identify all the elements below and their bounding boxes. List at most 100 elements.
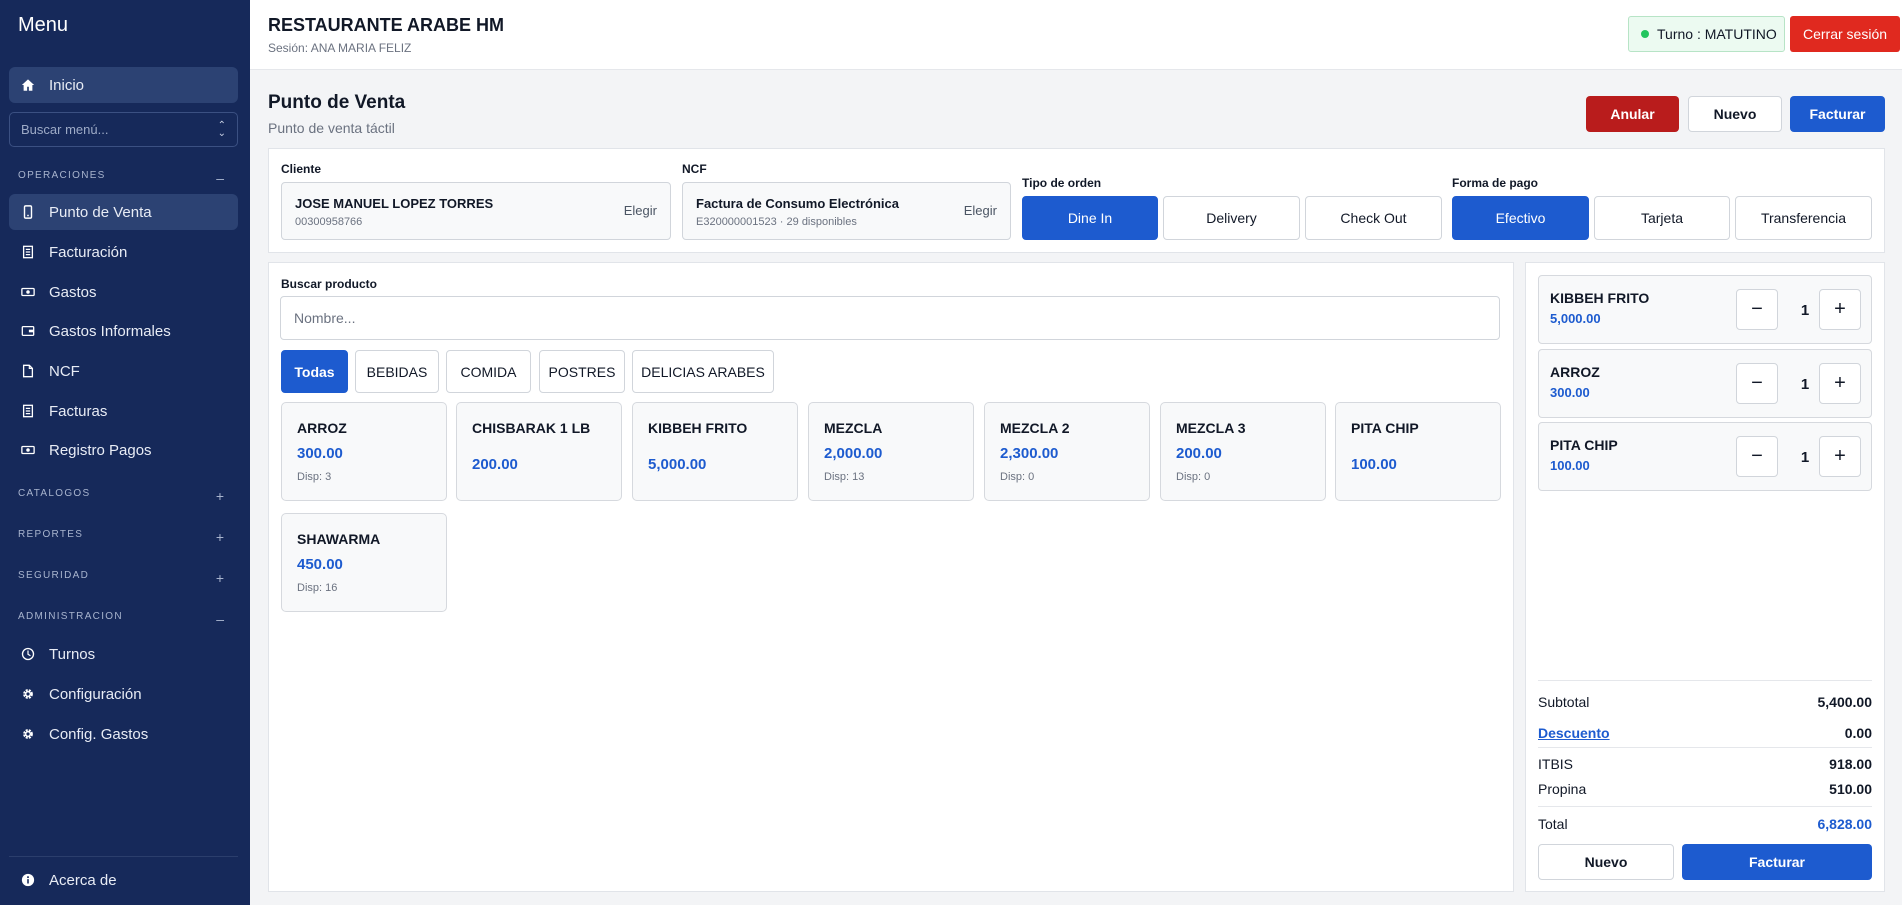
itbis-value: 918.00 (1829, 756, 1872, 772)
cart-nuevo-button[interactable]: Nuevo (1538, 844, 1674, 880)
product-price: 2,300.00 (1000, 445, 1059, 462)
decrease-qty-button[interactable]: − (1736, 436, 1778, 477)
facturar-button[interactable]: Facturar (1790, 96, 1885, 132)
logout-button[interactable]: Cerrar sesión (1790, 16, 1900, 52)
cliente-name: JOSE MANUEL LOPEZ TORRES (295, 196, 494, 211)
status-dot-icon (1641, 30, 1649, 38)
itbis-row: ITBIS 918.00 (1538, 756, 1872, 772)
cart-facturar-button[interactable]: Facturar (1682, 844, 1872, 880)
product-card-mezcla-2[interactable]: MEZCLA 2 2,300.00 Disp: 0 (984, 402, 1150, 501)
cart-item-qty: 1 (1800, 449, 1810, 466)
sidebar-item-gastos[interactable]: Gastos (9, 274, 238, 310)
itbis-label: ITBIS (1538, 756, 1574, 772)
product-name: ARROZ (297, 420, 347, 436)
sidebar-search-placeholder: Buscar menú... (21, 122, 109, 137)
category-postres[interactable]: POSTRES (539, 350, 625, 393)
product-card-kibbeh-frito[interactable]: KIBBEH FRITO 5,000.00 (632, 402, 798, 501)
product-search-input[interactable] (280, 296, 1500, 340)
cart-item-pita-chip: PITA CHIP 100.00 − 1 + (1538, 422, 1872, 491)
sidebar-item-label: Punto de Venta (49, 203, 152, 221)
product-card-mezcla-3[interactable]: MEZCLA 3 200.00 Disp: 0 (1160, 402, 1326, 501)
product-card-pita-chip[interactable]: PITA CHIP 100.00 (1335, 402, 1501, 501)
sidebar-item-punto-de-venta[interactable]: Punto de Venta (9, 194, 238, 230)
sidebar-item-ncf[interactable]: NCF (9, 353, 238, 389)
section-seguridad[interactable]: SEGURIDAD + (18, 570, 238, 586)
sidebar-item-facturas[interactable]: Facturas (9, 393, 238, 429)
propina-label: Propina (1538, 781, 1587, 797)
sidebar-item-gastos-informales[interactable]: Gastos Informales (9, 313, 238, 349)
section-reportes[interactable]: REPORTES + (18, 529, 238, 545)
section-catalogos[interactable]: CATALOGOS + (18, 488, 238, 504)
expand-icon: + (215, 570, 224, 586)
cart-item-price: 5,000.00 (1550, 311, 1601, 326)
subtotal-row: Subtotal 5,400.00 (1538, 694, 1872, 710)
sidebar-item-turnos[interactable]: Turnos (9, 636, 238, 672)
sidebar-item-facturacion[interactable]: Facturación (9, 234, 238, 270)
sidebar-item-label: Configuración (49, 685, 142, 703)
nuevo-button[interactable]: Nuevo (1688, 96, 1782, 132)
total-value: 6,828.00 (1817, 816, 1873, 832)
product-card-shawarma[interactable]: SHAWARMA 450.00 Disp: 16 (281, 513, 447, 612)
money-icon (21, 445, 35, 455)
receipt-icon (22, 404, 34, 418)
choose-cliente-button[interactable]: Elegir (624, 203, 657, 218)
anular-button[interactable]: Anular (1586, 96, 1679, 132)
product-name: KIBBEH FRITO (648, 420, 748, 436)
increase-qty-button[interactable]: + (1819, 363, 1861, 404)
product-card-arroz[interactable]: ARROZ 300.00 Disp: 3 (281, 402, 447, 501)
sidebar-item-inicio[interactable]: Inicio (9, 67, 238, 103)
sidebar-item-acerca-de[interactable]: Acerca de (9, 862, 238, 898)
descuento-link[interactable]: Descuento (1538, 725, 1610, 741)
section-administracion[interactable]: ADMINISTRACION – (18, 611, 238, 627)
section-operaciones[interactable]: OPERACIONES – (18, 170, 238, 186)
sidebar-item-configuracion[interactable]: Configuración (9, 676, 238, 712)
total-row: Total 6,828.00 (1538, 816, 1872, 832)
increase-qty-button[interactable]: + (1819, 289, 1861, 330)
sidebar-item-label: Inicio (49, 76, 85, 94)
info-icon (21, 873, 35, 887)
choose-ncf-button[interactable]: Elegir (964, 203, 997, 218)
decrease-qty-button[interactable]: − (1736, 363, 1778, 404)
sidebar-item-label: Acerca de (49, 871, 117, 889)
decrease-qty-button[interactable]: − (1736, 289, 1778, 330)
pago-tarjeta[interactable]: Tarjeta (1594, 196, 1730, 240)
product-price: 200.00 (1176, 445, 1222, 462)
sidebar-item-config-gastos[interactable]: Config. Gastos (9, 716, 238, 752)
increase-qty-button[interactable]: + (1819, 436, 1861, 477)
category-comida[interactable]: COMIDA (446, 350, 531, 393)
cart-item-price: 300.00 (1550, 385, 1590, 400)
totals-divider (1538, 806, 1872, 807)
collapse-icon: – (216, 170, 224, 186)
document-icon (22, 364, 34, 378)
cart-item-qty: 1 (1800, 302, 1810, 319)
pago-efectivo[interactable]: Efectivo (1452, 196, 1589, 240)
product-name: PITA CHIP (1351, 420, 1419, 436)
ncf-type: Factura de Consumo Electrónica (696, 196, 899, 211)
product-price: 200.00 (472, 456, 518, 473)
sidebar-divider (9, 856, 238, 857)
gear-icon (23, 689, 33, 699)
sidebar-search-input[interactable]: Buscar menú... ⌃ ⌄ (9, 112, 238, 147)
section-label: CATALOGOS (18, 488, 91, 499)
product-price: 450.00 (297, 556, 343, 573)
category-delicias-arabes[interactable]: DELICIAS ARABES (632, 350, 774, 393)
category-todas[interactable]: Todas (281, 350, 348, 393)
ncf-picker[interactable]: Factura de Consumo Electrónica E32000000… (682, 182, 1011, 240)
tipo-delivery[interactable]: Delivery (1163, 196, 1300, 240)
propina-value: 510.00 (1829, 781, 1872, 797)
product-card-chisbarak[interactable]: CHISBARAK 1 LB 200.00 (456, 402, 622, 501)
category-bebidas[interactable]: BEBIDAS (355, 350, 439, 393)
sidebar-item-label: Facturas (49, 402, 108, 420)
cliente-picker[interactable]: JOSE MANUEL LOPEZ TORRES 00300958766 Ele… (281, 182, 671, 240)
cart-item-kibbeh-frito: KIBBEH FRITO 5,000.00 − 1 + (1538, 275, 1872, 344)
product-card-mezcla[interactable]: MEZCLA 2,000.00 Disp: 13 (808, 402, 974, 501)
tipo-orden-label: Tipo de orden (1022, 176, 1102, 190)
tipo-dine-in[interactable]: Dine In (1022, 196, 1158, 240)
product-name: CHISBARAK 1 LB (472, 420, 591, 436)
cart-item-name: PITA CHIP (1550, 437, 1618, 453)
session-user: Sesión: ANA MARIA FELIZ (268, 41, 412, 55)
product-name: MEZCLA 3 (1176, 420, 1246, 436)
sidebar-item-registro-pagos[interactable]: Registro Pagos (9, 432, 238, 468)
pago-transferencia[interactable]: Transferencia (1735, 196, 1872, 240)
tipo-check-out[interactable]: Check Out (1305, 196, 1442, 240)
